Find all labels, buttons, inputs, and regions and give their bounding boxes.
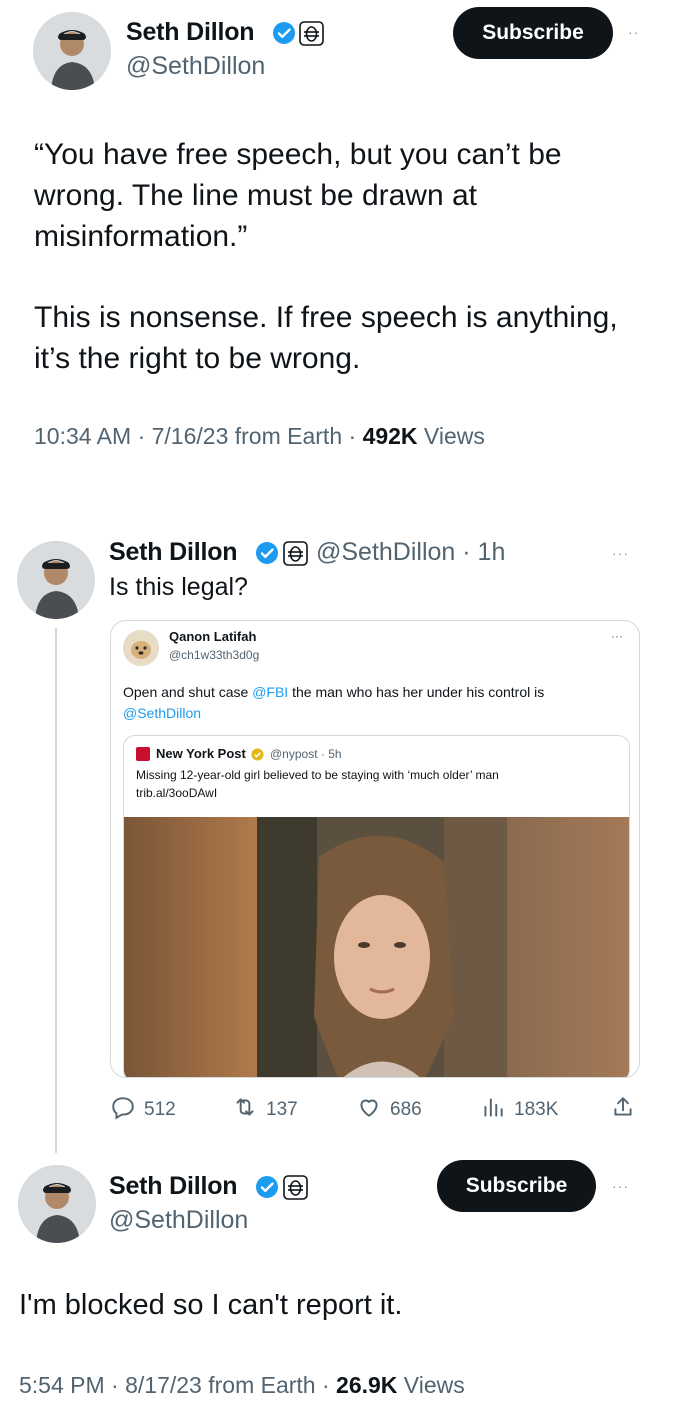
nypost-card[interactable]: New York Post @nypost · 5h Missing 12-ye… bbox=[123, 735, 630, 1077]
babylon-bee-badge-icon bbox=[299, 21, 324, 46]
views-action[interactable]: 183K bbox=[480, 1094, 558, 1126]
author-name[interactable]: Seth Dillon bbox=[126, 18, 255, 47]
quoted-author-handle[interactable]: @ch1w33th3d0g bbox=[169, 648, 259, 662]
nypost-link[interactable]: trib.al/3ooDAwI bbox=[136, 786, 217, 800]
reply-count: 512 bbox=[144, 1099, 176, 1120]
nypost-name[interactable]: New York Post bbox=[156, 746, 246, 761]
avatar[interactable] bbox=[18, 1165, 96, 1243]
quoted-tweet-text: Open and shut case @FBI the man who has … bbox=[123, 682, 613, 724]
quoted-text-mid: the man who has her under his control is bbox=[288, 684, 545, 700]
nypost-headline: Missing 12-year-old girl believed to be … bbox=[136, 768, 499, 782]
views-label: Views bbox=[397, 1372, 465, 1398]
quoted-author-name[interactable]: Qanon Latifah bbox=[169, 629, 256, 644]
author-name[interactable]: Seth Dillon bbox=[109, 1172, 238, 1201]
tweet-text: I'm blocked so I can't report it. bbox=[19, 1289, 403, 1321]
more-options-icon[interactable]: ··· bbox=[612, 545, 629, 561]
gold-verified-icon bbox=[251, 748, 264, 766]
retweet-count: 137 bbox=[266, 1099, 298, 1120]
babylon-bee-badge-icon bbox=[283, 1175, 308, 1200]
author-handle[interactable]: @SethDillon bbox=[109, 1206, 248, 1235]
views-count: 26.9K bbox=[336, 1372, 398, 1398]
babylon-bee-badge-icon bbox=[283, 541, 308, 566]
like-icon bbox=[356, 1094, 382, 1126]
reply-icon bbox=[110, 1094, 136, 1126]
quoted-tweet-card[interactable]: Qanon Latifah @ch1w33th3d0g ··· Open and… bbox=[110, 620, 640, 1078]
reply-text: Is this legal? bbox=[109, 573, 248, 601]
views-icon bbox=[480, 1094, 506, 1126]
quoted-avatar[interactable] bbox=[123, 630, 159, 666]
share-icon bbox=[610, 1094, 636, 1126]
avatar[interactable] bbox=[33, 12, 111, 90]
views-label: Views bbox=[417, 423, 485, 449]
avatar[interactable] bbox=[17, 541, 95, 619]
tweet-meta: 5:54 PM · 8/17/23 from Earth · 26.9K Vie… bbox=[19, 1372, 465, 1399]
share-action[interactable] bbox=[610, 1094, 636, 1126]
reply-action[interactable]: 512 bbox=[110, 1094, 176, 1126]
verified-badge-icon bbox=[255, 541, 279, 565]
subscribe-button[interactable]: Subscribe bbox=[437, 1160, 596, 1212]
retweet-icon bbox=[232, 1094, 258, 1126]
author-name[interactable]: Seth Dillon bbox=[109, 538, 238, 567]
mention-fbi[interactable]: @FBI bbox=[252, 684, 288, 700]
views-count: 183K bbox=[514, 1099, 559, 1120]
verified-badge-icon bbox=[272, 21, 296, 45]
nypost-handle-time[interactable]: @nypost · 5h bbox=[270, 747, 342, 761]
views-count: 492K bbox=[362, 423, 418, 449]
retweet-action[interactable]: 137 bbox=[232, 1094, 298, 1126]
author-handle-time[interactable]: @SethDillon · 1h bbox=[316, 538, 505, 567]
verified-badge-icon bbox=[255, 1175, 279, 1199]
more-options-icon[interactable]: ·· bbox=[628, 24, 639, 40]
time-date[interactable]: 5:54 PM · 8/17/23 from Earth · bbox=[19, 1372, 336, 1398]
like-count: 686 bbox=[390, 1099, 422, 1120]
tweet-text-quote: “You have free speech, but you can’t be … bbox=[34, 138, 562, 253]
more-options-icon[interactable]: ··· bbox=[612, 1178, 629, 1194]
quoted-more-icon[interactable]: ··· bbox=[611, 629, 623, 643]
thread-connector-line bbox=[55, 628, 57, 1153]
time-date[interactable]: 10:34 AM · 7/16/23 from Earth · bbox=[34, 423, 363, 449]
like-action[interactable]: 686 bbox=[356, 1094, 422, 1126]
tweet-meta: 10:34 AM · 7/16/23 from Earth · 492K Vie… bbox=[34, 423, 485, 450]
news-photo[interactable] bbox=[124, 817, 629, 1077]
author-handle[interactable]: @SethDillon bbox=[126, 52, 265, 81]
nypost-logo-icon bbox=[136, 747, 150, 761]
tweet-text-body: This is nonsense. If free speech is anyt… bbox=[34, 301, 618, 375]
subscribe-button[interactable]: Subscribe bbox=[453, 7, 613, 59]
quoted-text-pre: Open and shut case bbox=[123, 684, 253, 700]
mention-sethdillon[interactable]: @SethDillon bbox=[123, 705, 201, 721]
